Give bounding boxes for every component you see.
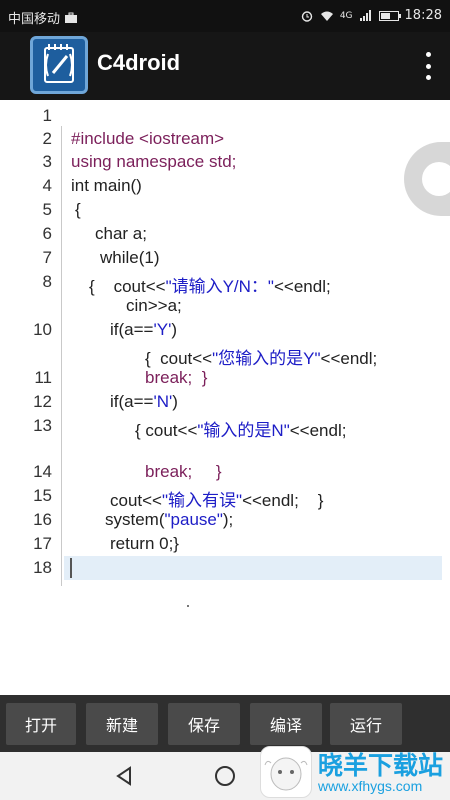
line-number: 12 <box>33 392 52 411</box>
line-number: 16 <box>33 510 52 529</box>
network-type: 4G <box>339 10 353 21</box>
code-line: if(a=='N') <box>110 392 178 412</box>
line-number: 14 <box>33 462 52 481</box>
line-number: 3 <box>42 152 52 171</box>
line-number: 7 <box>42 248 52 267</box>
battery-icon <box>378 10 401 21</box>
code-text: cin>>a; <box>126 296 182 315</box>
sheep-face-icon <box>264 757 308 791</box>
code-text: using namespace std; <box>71 152 237 171</box>
alarm-icon <box>301 10 313 22</box>
save-button[interactable]: 保存 <box>168 703 240 745</box>
line-number: 13 <box>33 416 52 435</box>
code-editor[interactable]: 1 2 3 4 5 6 7 8 10 11 12 13 14 15 16 17 … <box>0 100 450 695</box>
run-button[interactable]: 运行 <box>330 703 402 745</box>
code-text: while(1) <box>100 248 160 267</box>
watermark-url: www.xfhygs.com <box>318 778 423 794</box>
line-number: 11 <box>34 368 52 387</box>
code-line: { cout<<"您输入的是Y"<<endl; <box>145 344 377 369</box>
line-number: 5 <box>42 200 52 219</box>
line-number: 2 <box>42 129 52 148</box>
status-bar: 中国移动 4G 18:28 <box>0 0 450 32</box>
line-number: 15 <box>33 486 52 505</box>
code-text: break; } <box>145 368 208 387</box>
code-line: { cout<<"输入的是N"<<endl; <box>135 416 346 441</box>
gutter-divider <box>61 126 62 586</box>
line-number: 8 <box>42 272 52 291</box>
code-text: return 0;} <box>110 534 179 553</box>
code-line: #include <iostream> <box>71 129 224 149</box>
carrier-name: 中国移动 <box>8 12 61 27</box>
wifi-icon <box>320 11 333 21</box>
code-line: char a; <box>95 224 147 244</box>
signal-icon <box>359 9 371 21</box>
watermark-title: 晓羊下载站 <box>318 751 444 780</box>
text-cursor <box>70 558 72 578</box>
code-line: return 0;} <box>110 534 179 554</box>
code-text: if(a=='N') <box>110 392 178 411</box>
line-number: 17 <box>33 534 52 553</box>
code-text: { cout<<"您输入的是Y"<<endl; <box>145 349 378 368</box>
code-line: break; } <box>145 368 207 388</box>
current-line-highlight <box>64 556 442 580</box>
code-line: using namespace std; <box>71 152 236 172</box>
code-notebook-icon <box>30 36 88 94</box>
code-text: cout<<"输入有误"<<endl; } <box>110 491 324 510</box>
code-text: system("pause"); <box>105 510 234 529</box>
sheep-logo-icon <box>260 746 312 798</box>
briefcase-icon <box>65 12 78 23</box>
carrier-group: 中国移动 <box>8 8 78 27</box>
code-text: char a; <box>95 224 147 243</box>
status-icons: 4G 18:28 <box>300 8 442 23</box>
back-triangle-icon[interactable] <box>112 764 136 788</box>
code-line: break; } <box>145 462 222 482</box>
fast-scroll-handle[interactable] <box>404 142 450 216</box>
app-title: C4droid <box>97 50 181 75</box>
code-text: int main() <box>71 176 142 195</box>
home-circle-icon[interactable] <box>213 764 237 788</box>
code-line: while(1) <box>100 248 160 268</box>
clock: 18:28 <box>404 8 442 23</box>
code-text: if(a=='Y') <box>110 320 177 339</box>
stray-dot <box>187 605 189 607</box>
code-text: { cout<<"请输入Y/N："<<endl; <box>89 277 331 296</box>
code-line: cin>>a; <box>126 296 182 316</box>
code-line: system("pause"); <box>105 510 233 530</box>
line-number: 6 <box>42 224 52 243</box>
code-line: { <box>75 200 81 220</box>
line-number: 10 <box>33 320 52 339</box>
app-logo-glyph <box>44 44 74 83</box>
app-bar: C4droid <box>0 32 450 100</box>
compile-button[interactable]: 编译 <box>250 703 322 745</box>
line-number: 1 <box>42 106 52 125</box>
code-text: { cout<<"输入的是N"<<endl; <box>135 421 347 440</box>
new-button[interactable]: 新建 <box>86 703 158 745</box>
line-number: 18 <box>33 558 52 577</box>
code-line: if(a=='Y') <box>110 320 177 340</box>
line-number: 4 <box>42 176 52 195</box>
battery-level-fill <box>380 12 390 19</box>
code-text: #include <iostream> <box>71 129 225 148</box>
open-button[interactable]: 打开 <box>6 703 76 745</box>
code-text: break; } <box>145 462 222 481</box>
code-line: { cout<<"请输入Y/N："<<endl; <box>89 272 331 297</box>
overflow-menu-icon[interactable] <box>424 52 432 80</box>
code-text: { <box>75 200 81 219</box>
code-line: cout<<"输入有误"<<endl; } <box>110 486 323 511</box>
code-line: int main() <box>71 176 142 196</box>
site-watermark: 晓羊下载站 www.xfhygs.com <box>258 744 450 800</box>
